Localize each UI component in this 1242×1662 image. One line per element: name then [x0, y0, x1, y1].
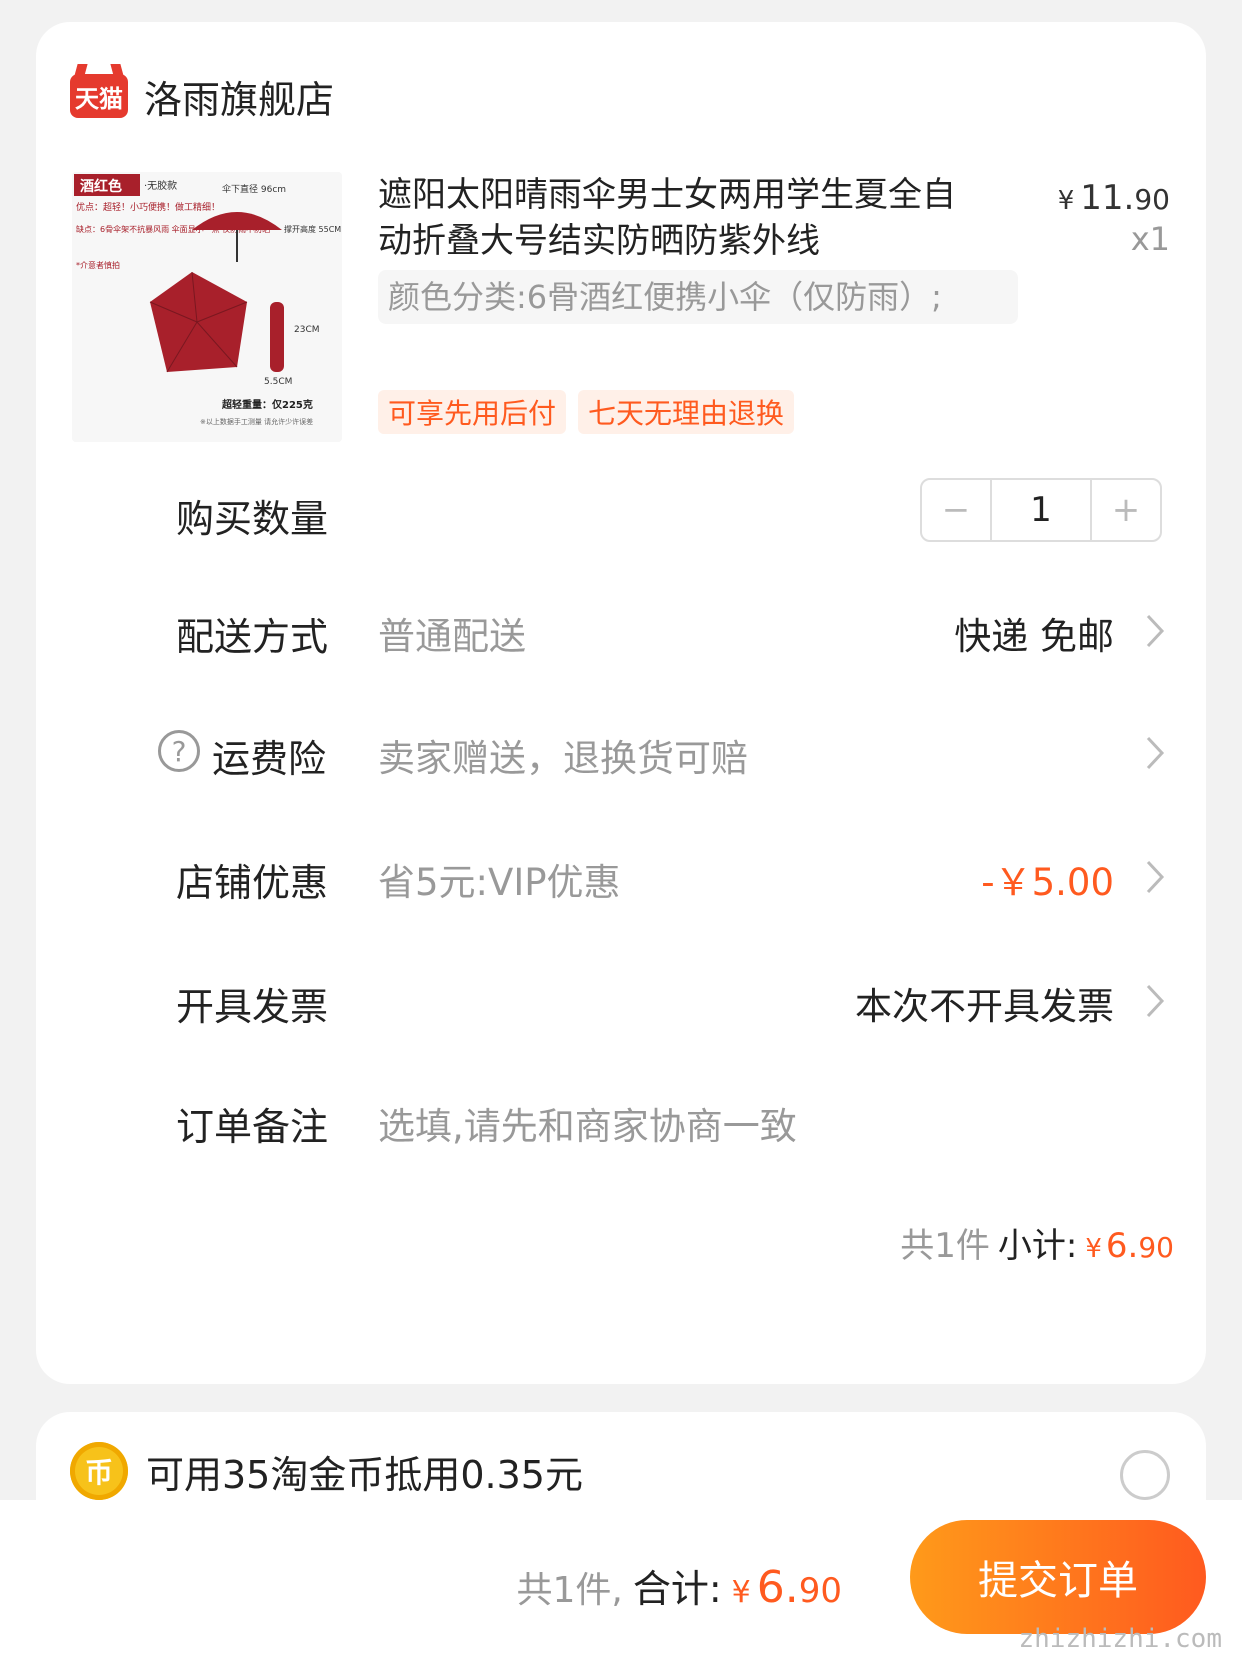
coin-radio-button[interactable]: [1120, 1450, 1170, 1500]
submit-order-button[interactable]: 提交订单: [910, 1520, 1206, 1634]
chevron-right-icon: [1146, 984, 1165, 1018]
price-decimal: 90: [1134, 183, 1170, 216]
invoice-label: 开具发票: [176, 985, 329, 1029]
delivery-label: 配送方式: [176, 615, 329, 659]
help-icon[interactable]: ?: [158, 730, 200, 772]
sku-selection[interactable]: 颜色分类:6骨酒红便携小伞（仅防雨）;: [378, 270, 1018, 324]
delivery-value: 快递 免邮: [954, 615, 1114, 658]
insurance-label: 运费险: [212, 737, 327, 781]
thumb-dim-side: 撑开高度 55CM: [284, 224, 341, 234]
delivery-method: 普通配送: [378, 615, 526, 658]
quantity-input[interactable]: 1: [990, 480, 1092, 540]
store-discount-row[interactable]: 店铺优惠 省5元:VIP优惠 -￥5.00: [36, 842, 1206, 912]
quantity-row: 购买数量 − 1 +: [36, 478, 1206, 548]
decrease-button[interactable]: −: [922, 480, 990, 540]
note-label: 订单备注: [176, 1105, 329, 1149]
discount-amount: -￥5.00: [981, 861, 1114, 904]
tmall-logo-icon: 天猫: [70, 74, 128, 118]
subtotal-integer: 6.: [1105, 1226, 1139, 1266]
order-note-input[interactable]: 选填,请先和商家协商一致: [378, 1096, 797, 1150]
discount-desc: 省5元:VIP优惠: [378, 861, 621, 904]
subtotal-count: 共1件: [900, 1226, 990, 1266]
invoice-row[interactable]: 开具发票 本次不开具发票: [36, 966, 1206, 1036]
total-label: 合计:: [632, 1567, 722, 1611]
order-card: 天猫 洛雨旗舰店 酒红色 ·无胶款 优点：超轻！小巧便携！做工精细！ 缺点：6骨…: [36, 22, 1206, 1384]
chevron-right-icon: [1146, 736, 1165, 770]
product-price: ¥11.90: [1058, 178, 1170, 218]
subtotal-amount: ¥6.90: [1085, 1226, 1174, 1266]
price-integer: 11.: [1080, 178, 1135, 218]
increase-button[interactable]: +: [1092, 480, 1160, 540]
total-currency: ¥: [731, 1575, 751, 1610]
thumb-pros: 优点：超轻！小巧便携！做工精细！: [76, 201, 220, 213]
order-note-row: 订单备注 选填,请先和商家协商一致: [36, 1086, 1206, 1156]
tag-pay-later: 可享先用后付: [378, 390, 567, 434]
coin-offer-text: 可用35淘金币抵用0.35元: [146, 1453, 583, 1497]
umbrella-product-image: 酒红色 ·无胶款 优点：超轻！小巧便携！做工精细！ 缺点：6骨伞架不抗暴风雨 伞…: [72, 172, 342, 442]
invoice-value: 本次不开具发票: [855, 985, 1114, 1028]
thumb-badge-note: ·无胶款: [144, 179, 177, 192]
quantity-label: 购买数量: [176, 497, 329, 541]
store-header[interactable]: 天猫 洛雨旗舰店: [70, 66, 334, 126]
delivery-row[interactable]: 配送方式 普通配送 快递 免邮: [36, 596, 1206, 666]
thumb-dim-len: 23CM: [294, 325, 320, 335]
thumb-badge: 酒红色: [80, 178, 122, 195]
order-total: 共1件, 合计: ¥6.90: [516, 1558, 842, 1613]
thumb-weight: 超轻重量：仅225克: [221, 398, 313, 411]
product-thumbnail[interactable]: 酒红色 ·无胶款 优点：超轻！小巧便携！做工精细！ 缺点：6骨伞架不抗暴风雨 伞…: [72, 172, 342, 442]
total-amount: ¥6.90: [732, 1562, 842, 1613]
coin-icon: 币: [70, 1442, 128, 1500]
insurance-row[interactable]: ? 运费险 卖家赠送，退换货可赔: [36, 718, 1206, 788]
subtotal: 共1件 小计: ¥6.90: [900, 1218, 1174, 1267]
chevron-right-icon: [1146, 860, 1165, 894]
thumb-footnote: ※以上数据手工测量 请允许少许误差: [200, 417, 313, 426]
subtotal-currency: ¥: [1085, 1234, 1102, 1264]
discount-label: 店铺优惠: [176, 861, 329, 905]
watermark: zhizhizhi.com: [1018, 1624, 1223, 1654]
total-integer: 6.: [756, 1562, 799, 1613]
bottom-bar: 共1件, 合计: ¥6.90 提交订单 zhizhizhi.com: [0, 1500, 1242, 1662]
subtotal-label: 小计:: [997, 1226, 1078, 1266]
total-count: 共1件,: [516, 1570, 623, 1611]
thumb-dim-width: 5.5CM: [264, 377, 292, 387]
subtotal-decimal: 90: [1138, 1231, 1174, 1264]
thumb-dim-top: 伞下直径 96cm: [222, 183, 286, 195]
quantity-stepper: − 1 +: [920, 478, 1162, 542]
chevron-right-icon: [1146, 614, 1165, 648]
product-quantity: x1: [1130, 220, 1170, 258]
thumb-notice: *介意者慎拍: [76, 260, 120, 270]
service-tags: 可享先用后付 七天无理由退换: [378, 390, 795, 434]
total-decimal: 90: [798, 1571, 842, 1611]
price-currency: ¥: [1057, 186, 1075, 216]
store-name[interactable]: 洛雨旗舰店: [144, 69, 334, 124]
product-title[interactable]: 遮阳太阳晴雨伞男士女两用学生夏全自动折叠大号结实防晒防紫外线: [378, 172, 988, 264]
tag-seven-day-return: 七天无理由退换: [578, 390, 795, 434]
insurance-desc: 卖家赠送，退换货可赔: [378, 737, 748, 780]
